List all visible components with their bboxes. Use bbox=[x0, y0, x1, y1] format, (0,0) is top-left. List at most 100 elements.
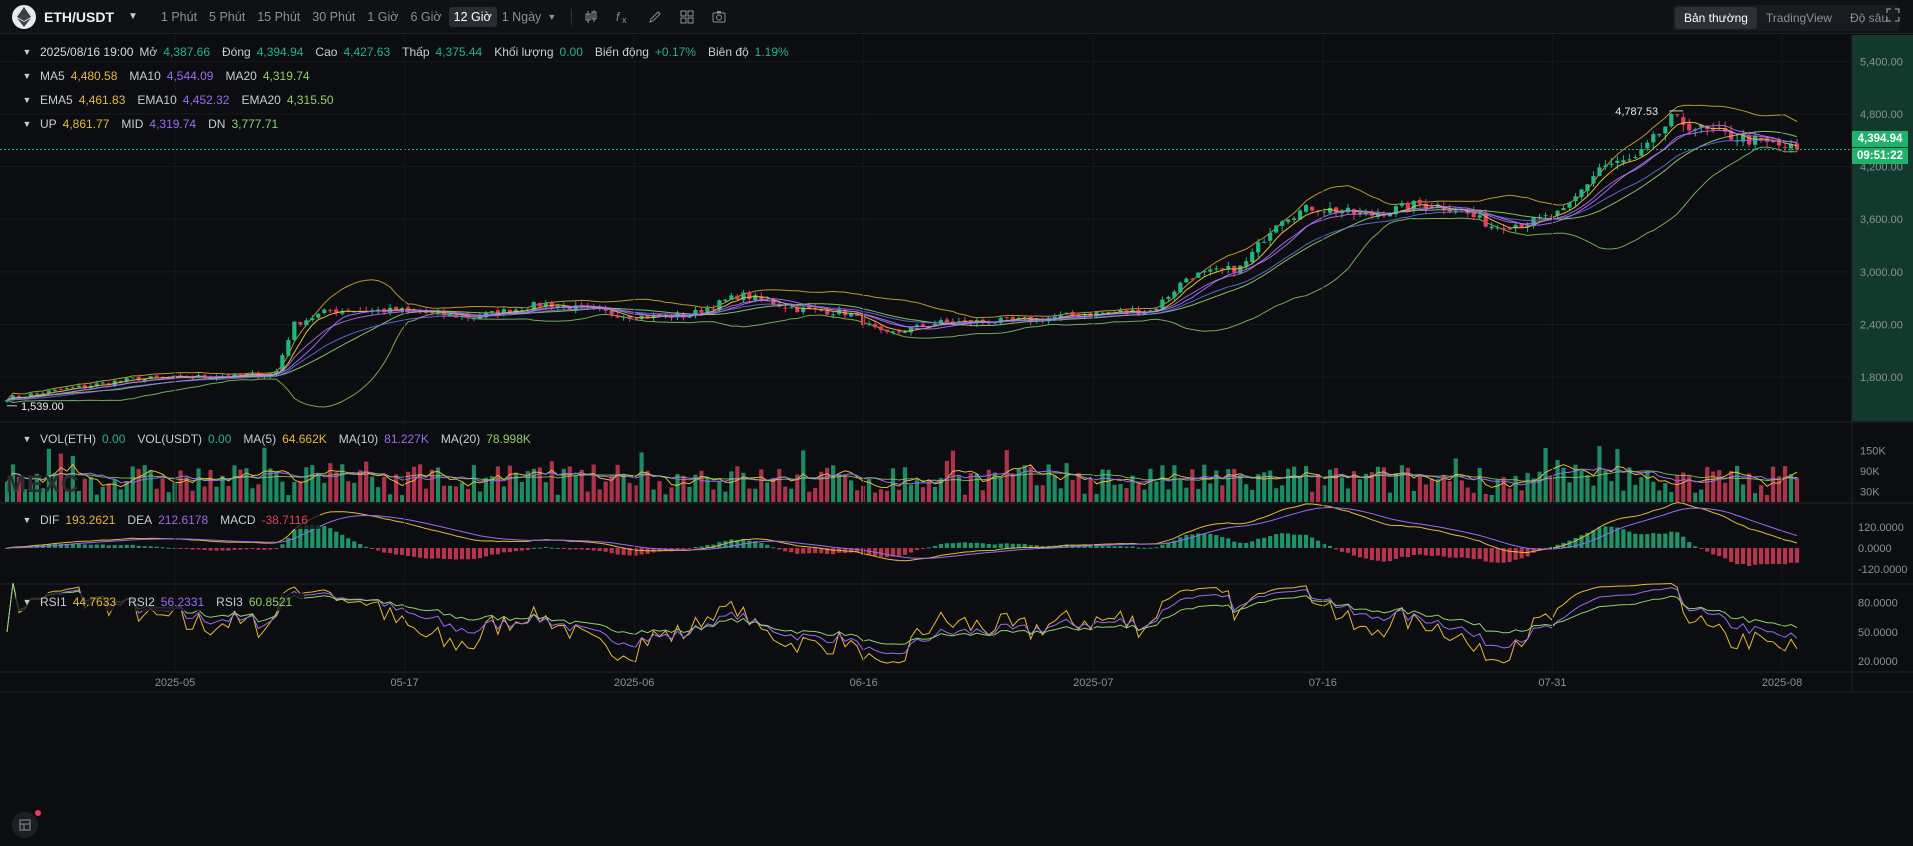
interval-tab-5[interactable]: 6 Giờ bbox=[406, 7, 447, 27]
volume-bar bbox=[759, 469, 764, 502]
macd-histogram-bar bbox=[1244, 542, 1249, 548]
interval-tab-3[interactable]: 30 Phút bbox=[307, 7, 360, 27]
macd-histogram-bar bbox=[543, 546, 548, 548]
draw-pencil-icon[interactable] bbox=[646, 8, 664, 26]
macd-histogram-bar bbox=[771, 547, 776, 549]
volume-bar bbox=[1238, 474, 1243, 502]
chevron-down-icon[interactable]: ▼ bbox=[20, 434, 34, 444]
volume-bar bbox=[465, 488, 471, 502]
chevron-down-icon[interactable]: ▼ bbox=[20, 597, 34, 607]
interval-tab-4[interactable]: 1 Giờ bbox=[362, 7, 403, 27]
macd-histogram-bar bbox=[621, 548, 626, 555]
camera-icon[interactable] bbox=[710, 8, 728, 26]
volume-bar bbox=[202, 486, 207, 502]
macd-histogram-bar bbox=[1627, 531, 1632, 548]
volume-bar bbox=[1339, 477, 1345, 502]
fullscreen-icon[interactable] bbox=[1886, 8, 1902, 24]
macd-histogram-bar bbox=[878, 548, 884, 557]
volume-bar bbox=[1393, 473, 1398, 502]
volume-bar bbox=[567, 466, 572, 502]
macd-histogram-bar bbox=[1309, 537, 1315, 548]
volume-bar bbox=[1549, 476, 1554, 502]
high-label: Cao bbox=[315, 45, 338, 59]
ohlc-date: 2025/08/16 19:00 bbox=[40, 45, 134, 59]
macd-histogram-bar bbox=[1256, 538, 1261, 548]
volume-bar bbox=[501, 486, 506, 502]
ma5-label: MA5 bbox=[40, 69, 65, 83]
candle-body bbox=[1292, 218, 1297, 221]
chart-area[interactable]: 5,400.00 4,800.00 4,200.00 3,600.00 3,000.00… bbox=[0, 35, 1913, 846]
candle-body bbox=[1669, 113, 1674, 127]
macd-histogram-bar bbox=[789, 548, 794, 553]
macd-histogram-bar bbox=[1130, 546, 1135, 548]
mexc-watermark: MEXC bbox=[6, 471, 79, 499]
volume-bar bbox=[459, 482, 465, 502]
macd-histogram-bar bbox=[1357, 548, 1363, 558]
indicator-fx-icon[interactable]: fx bbox=[614, 8, 632, 26]
volume-bar bbox=[106, 483, 111, 502]
interval-more-select[interactable]: 1 Ngày ▼ bbox=[497, 7, 562, 27]
vol-ma5-value: 64.662K bbox=[282, 432, 327, 446]
chevron-down-icon[interactable]: ▼ bbox=[20, 71, 34, 81]
macd-histogram-bar bbox=[573, 548, 578, 550]
symbol-selector[interactable]: ETH/USDT ▼ bbox=[0, 4, 138, 29]
chevron-down-icon[interactable]: ▼ bbox=[20, 119, 34, 129]
volume-bar bbox=[1292, 466, 1297, 502]
volume-bar bbox=[495, 466, 500, 502]
interval-tab-1[interactable]: 5 Phút bbox=[204, 7, 250, 27]
interval-tab-6[interactable]: 12 Giờ bbox=[448, 6, 497, 27]
volume-bar bbox=[531, 468, 536, 502]
interval-tab-0[interactable]: 1 Phút bbox=[156, 7, 202, 27]
volume-bar bbox=[82, 478, 87, 502]
candle-body bbox=[1579, 189, 1584, 197]
candle-body bbox=[298, 322, 303, 325]
macd-histogram-bar bbox=[1639, 534, 1644, 548]
volume-bar bbox=[753, 488, 758, 502]
chevron-down-icon[interactable]: ▼ bbox=[20, 515, 34, 525]
candle-body bbox=[130, 377, 135, 379]
view-mode-0[interactable]: Bản thường bbox=[1674, 7, 1757, 29]
layout-switch-button[interactable] bbox=[12, 812, 38, 838]
candle-body bbox=[1477, 215, 1482, 218]
time-tick-label: 2025-08 bbox=[1762, 677, 1802, 689]
macd-histogram-bar bbox=[1770, 548, 1776, 564]
macd-histogram-bar bbox=[831, 548, 836, 555]
volume-bar bbox=[944, 460, 949, 502]
volume-bar bbox=[1615, 449, 1620, 502]
macd-histogram-bar bbox=[435, 548, 441, 559]
dea-label: DEA bbox=[127, 513, 153, 527]
macd-histogram-bar bbox=[94, 544, 99, 548]
macd-histogram-bar bbox=[1788, 548, 1794, 563]
chevron-down-icon[interactable]: ▼ bbox=[20, 47, 34, 57]
macd-histogram-bar bbox=[1315, 540, 1321, 548]
candle-body bbox=[1633, 157, 1638, 159]
interval-tab-2[interactable]: 15 Phút bbox=[252, 7, 305, 27]
macd-histogram-bar bbox=[1603, 526, 1608, 548]
macd-histogram-bar bbox=[1327, 545, 1333, 548]
volume-bar bbox=[1088, 479, 1093, 502]
ma20-line bbox=[6, 130, 1798, 401]
candle-type-icon[interactable] bbox=[582, 8, 600, 26]
macd-histogram-bar bbox=[1477, 548, 1482, 559]
chevron-down-icon[interactable]: ▼ bbox=[20, 95, 34, 105]
macd-histogram-bar bbox=[166, 547, 171, 549]
layout-grid-icon[interactable] bbox=[678, 8, 696, 26]
boll-dn-value: 3,777.71 bbox=[231, 117, 279, 131]
volume-bar bbox=[1309, 491, 1315, 502]
chevron-down-icon[interactable]: ▼ bbox=[128, 11, 138, 22]
volume-bar bbox=[1621, 490, 1626, 502]
volume-bar bbox=[1423, 484, 1428, 502]
volume-bar bbox=[304, 467, 309, 502]
volume-bar bbox=[477, 491, 483, 502]
macd-histogram-bar bbox=[675, 548, 680, 550]
symbol-name[interactable]: ETH/USDT bbox=[44, 9, 114, 25]
macd-histogram-bar bbox=[429, 548, 435, 559]
view-mode-1[interactable]: TradingView bbox=[1757, 7, 1841, 29]
volume-bar bbox=[825, 467, 830, 502]
candle-body bbox=[1585, 184, 1590, 192]
candle-body bbox=[1184, 278, 1189, 283]
macd-histogram-bar bbox=[926, 547, 932, 549]
macd-histogram-bar bbox=[364, 546, 369, 548]
candle-body bbox=[896, 331, 902, 333]
high-annotation: 4,787.53 bbox=[1615, 106, 1658, 118]
